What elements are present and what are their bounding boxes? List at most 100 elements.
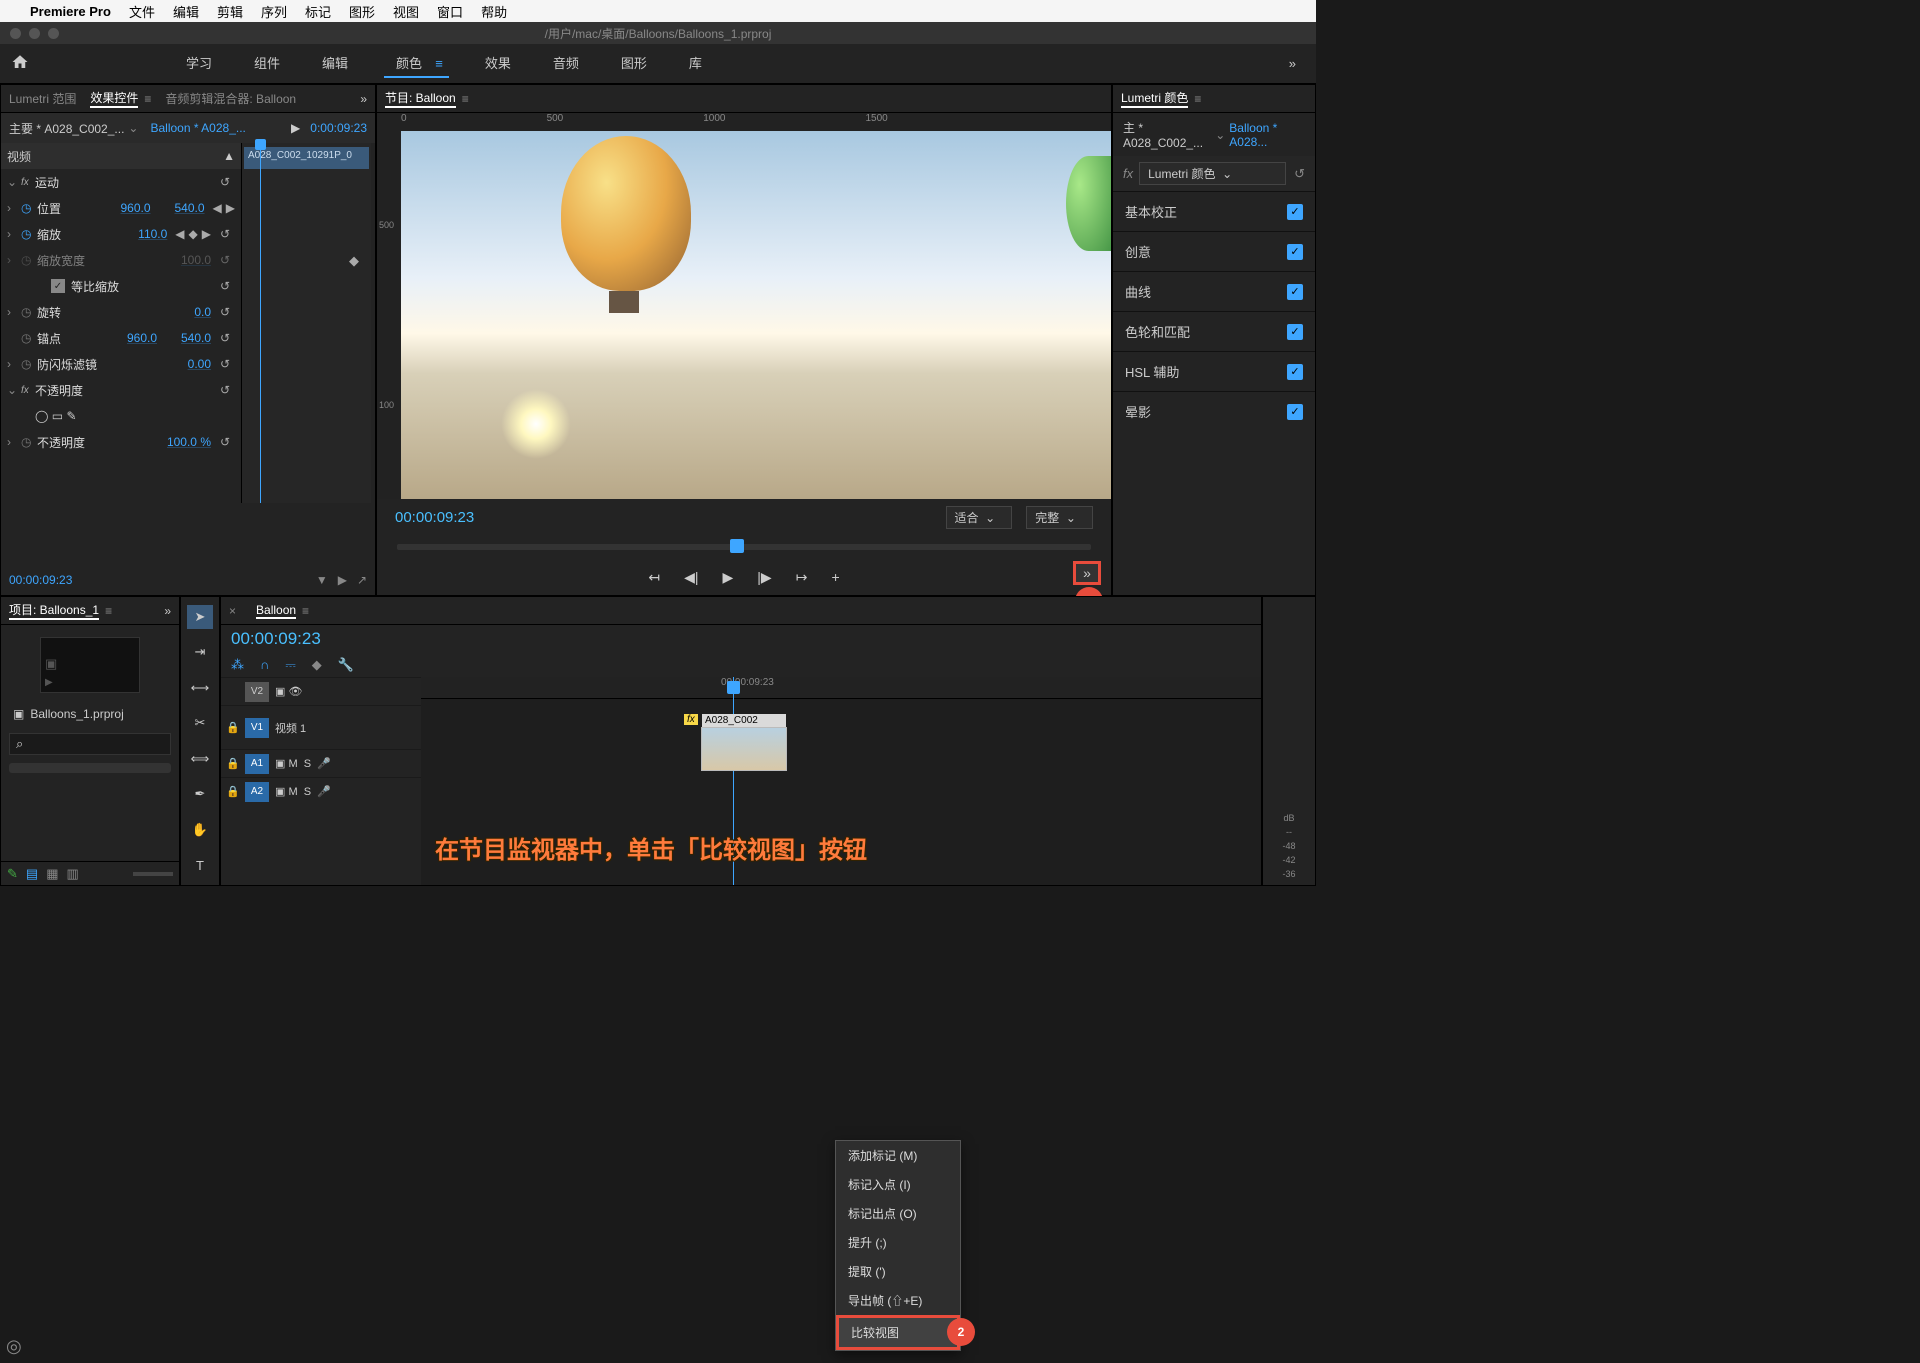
transport-more-button[interactable]: » bbox=[1073, 561, 1101, 585]
snap-icon[interactable]: ⁂ bbox=[231, 657, 244, 673]
ec-sequence[interactable]: Balloon * A028_... bbox=[150, 121, 245, 135]
menu-graphics[interactable]: 图形 bbox=[349, 2, 375, 21]
tab-lumetri-scope[interactable]: Lumetri 范围 bbox=[9, 90, 76, 107]
menu-export-frame[interactable]: 导出帧 (⇧+E) bbox=[836, 1286, 960, 1315]
prop-motion[interactable]: 运动 bbox=[35, 174, 215, 191]
menu-clip[interactable]: 剪辑 bbox=[217, 2, 243, 21]
reset-icon[interactable]: ↺ bbox=[1294, 166, 1305, 182]
razor-tool[interactable]: ✂ bbox=[187, 712, 213, 736]
fit-select[interactable]: 适合 ⌄ bbox=[946, 506, 1013, 529]
project-tab[interactable]: 项目: Balloons_1 bbox=[9, 601, 99, 620]
panel-menu-icon[interactable]: ≡ bbox=[1194, 92, 1201, 106]
uniform-checkbox[interactable]: ✓ bbox=[51, 279, 65, 293]
app-name[interactable]: Premiere Pro bbox=[30, 4, 111, 19]
menu-comparison-view[interactable]: 比较视图 2 bbox=[836, 1315, 960, 1350]
panel-menu-icon[interactable]: ≡ bbox=[462, 92, 469, 106]
ec-clip-bar[interactable]: A028_C002_10291P_0 bbox=[244, 147, 369, 169]
ripple-tool[interactable]: ⟷ bbox=[187, 676, 213, 700]
marker-icon[interactable]: ◆ bbox=[312, 657, 322, 673]
ws-color[interactable]: 颜色 ≡ bbox=[384, 49, 449, 78]
lum-basic[interactable]: 基本校正✓ bbox=[1113, 191, 1315, 231]
lum-hsl[interactable]: HSL 辅助✓ bbox=[1113, 351, 1315, 391]
lum-vignette[interactable]: 晕影✓ bbox=[1113, 391, 1315, 431]
lum-colorwheels[interactable]: 色轮和匹配✓ bbox=[1113, 311, 1315, 351]
play-only-icon[interactable]: ▶ bbox=[338, 573, 347, 587]
cc-icon[interactable]: ↗ bbox=[357, 573, 367, 587]
lumetri-tab[interactable]: Lumetri 颜色 bbox=[1121, 89, 1188, 108]
project-search[interactable]: ⌕ bbox=[9, 733, 171, 755]
program-monitor[interactable] bbox=[401, 131, 1111, 499]
lum-curves[interactable]: 曲线✓ bbox=[1113, 271, 1315, 311]
hand-tool[interactable]: ✋ bbox=[187, 818, 213, 842]
keyframe-diamond-icon[interactable]: ◆ bbox=[349, 253, 359, 269]
filter-icon[interactable]: ▼ bbox=[316, 573, 328, 587]
stopwatch-icon[interactable]: ◷ bbox=[21, 227, 37, 241]
lumetri-effect-select[interactable]: Lumetri 颜色 ⌄ bbox=[1139, 162, 1286, 185]
menu-file[interactable]: 文件 bbox=[129, 2, 155, 21]
ws-assembly[interactable]: 组件 bbox=[248, 49, 286, 78]
ws-graphics[interactable]: 图形 bbox=[615, 49, 653, 78]
ec-keyframe-area[interactable]: A028_C002_10291P_0 ◆ bbox=[241, 143, 371, 503]
panel-menu-icon[interactable]: ≡ bbox=[144, 92, 151, 106]
freeform-icon[interactable]: ▥ bbox=[67, 866, 79, 882]
menu-help[interactable]: 帮助 bbox=[481, 2, 507, 21]
program-scrubber[interactable] bbox=[377, 535, 1111, 559]
menu-marker[interactable]: 标记 bbox=[305, 2, 331, 21]
lum-creative[interactable]: 创意✓ bbox=[1113, 231, 1315, 271]
program-tab[interactable]: 节目: Balloon bbox=[385, 89, 456, 108]
mic-icon[interactable]: 🎤 bbox=[317, 757, 331, 770]
menu-window[interactable]: 窗口 bbox=[437, 2, 463, 21]
menu-lift[interactable]: 提升 (;) bbox=[836, 1228, 960, 1257]
eye-icon[interactable]: 👁 bbox=[288, 685, 302, 698]
play-icon[interactable]: ▶ bbox=[723, 569, 734, 586]
lock-icon[interactable]: 🔒 bbox=[221, 721, 245, 734]
menu-mark-in[interactable]: 标记入点 (I) bbox=[836, 1170, 960, 1199]
timeline-clip[interactable]: fx A028_C002 bbox=[701, 727, 787, 771]
ws-effects[interactable]: 效果 bbox=[479, 49, 517, 78]
ws-libraries[interactable]: 库 bbox=[683, 49, 708, 78]
ec-source[interactable]: 主要 * A028_C002_... bbox=[9, 120, 124, 137]
ws-learn[interactable]: 学习 bbox=[180, 49, 218, 78]
mask-ellipse-icon[interactable]: ◯ bbox=[35, 409, 48, 423]
menu-sequence[interactable]: 序列 bbox=[261, 2, 287, 21]
pencil-icon[interactable]: ✎ bbox=[7, 866, 18, 882]
reset-icon[interactable]: ↺ bbox=[215, 175, 235, 189]
add-marker-icon[interactable]: + bbox=[831, 569, 839, 585]
home-button[interactable] bbox=[0, 53, 40, 74]
track-select-tool[interactable]: ⇥ bbox=[187, 641, 213, 665]
full-select[interactable]: 完整 ⌄ bbox=[1026, 506, 1093, 529]
tabs-overflow[interactable]: » bbox=[360, 92, 367, 106]
project-file-row[interactable]: ▣ Balloons_1.prproj bbox=[9, 703, 171, 725]
step-fwd-icon[interactable]: |▶ bbox=[757, 569, 771, 586]
timeline-timecode[interactable]: 00:00:09:23 bbox=[221, 625, 1261, 653]
ec-play-icon[interactable]: ▶ bbox=[291, 121, 300, 135]
mark-out-icon[interactable]: ↦ bbox=[796, 569, 808, 586]
icon-view-icon[interactable]: ▦ bbox=[46, 866, 58, 882]
menu-add-marker[interactable]: 添加标记 (M) bbox=[836, 1141, 960, 1170]
mask-rect-icon[interactable]: ▭ bbox=[52, 409, 63, 423]
magnet-icon[interactable]: ∩ bbox=[260, 657, 269, 673]
traffic-lights[interactable] bbox=[10, 28, 59, 39]
pen-tool[interactable]: ✒ bbox=[187, 783, 213, 807]
toggle-output-icon[interactable]: ▣ bbox=[275, 685, 285, 698]
menu-view[interactable]: 视图 bbox=[393, 2, 419, 21]
tab-audio-mixer[interactable]: 音频剪辑混合器: Balloon bbox=[165, 90, 296, 107]
settings-icon[interactable]: 🔧 bbox=[338, 657, 354, 673]
ws-editing[interactable]: 编辑 bbox=[316, 49, 354, 78]
menu-extract[interactable]: 提取 (') bbox=[836, 1257, 960, 1286]
list-view-icon[interactable]: ▤ bbox=[26, 866, 38, 882]
ws-audio[interactable]: 音频 bbox=[547, 49, 585, 78]
step-back-icon[interactable]: ◀| bbox=[684, 569, 698, 586]
creative-cloud-icon[interactable]: ◎ bbox=[6, 1336, 22, 1357]
audio-meters[interactable]: dB -- -48 -42 -36 bbox=[1262, 596, 1316, 886]
stopwatch-icon[interactable]: ◷ bbox=[21, 201, 37, 215]
linked-icon[interactable]: ⎓ bbox=[285, 657, 295, 673]
ws-overflow[interactable]: » bbox=[1289, 56, 1296, 71]
project-thumbnail[interactable]: ▣ bbox=[40, 637, 140, 693]
tab-effect-controls[interactable]: 效果控件 bbox=[90, 89, 138, 108]
timeline-tab[interactable]: Balloon bbox=[256, 603, 296, 619]
program-timecode[interactable]: 00:00:09:23 bbox=[395, 509, 474, 526]
type-tool[interactable]: T bbox=[187, 854, 213, 878]
ec-playhead[interactable] bbox=[260, 143, 261, 503]
left-foot-timecode[interactable]: 00:00:09:23 bbox=[9, 573, 72, 587]
